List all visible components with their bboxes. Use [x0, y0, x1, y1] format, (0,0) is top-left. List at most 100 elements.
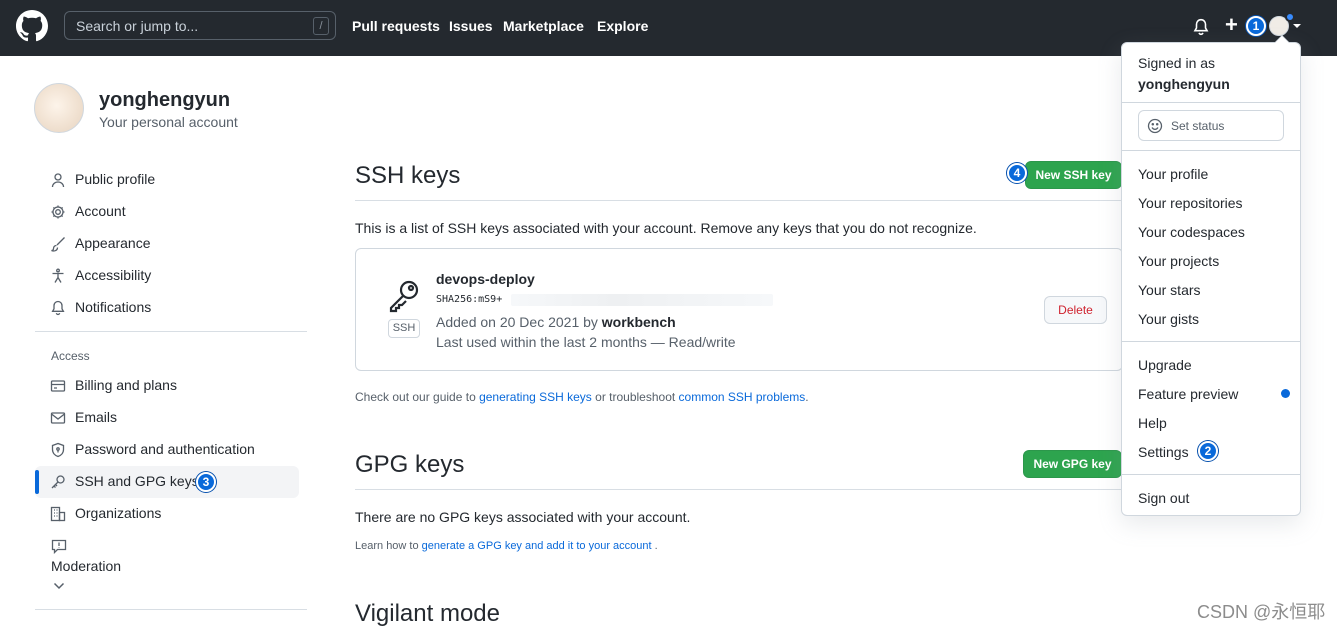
- menu-feature-preview[interactable]: Feature preview: [1138, 386, 1238, 402]
- callout-badge-4: 4: [1007, 163, 1027, 183]
- mail-icon: [50, 412, 66, 424]
- callout-badge-1: 1: [1246, 16, 1266, 36]
- menu-your-stars[interactable]: Your stars: [1138, 282, 1201, 298]
- sidebar-divider: [35, 609, 307, 610]
- menu-help[interactable]: Help: [1138, 415, 1167, 431]
- nav-explore[interactable]: Explore: [597, 18, 648, 34]
- sidebar-item-label: Organizations: [75, 505, 162, 521]
- menu-divider: [1122, 150, 1300, 151]
- learn-prefix: Learn how to: [355, 540, 422, 552]
- set-status-label: Set status: [1171, 119, 1225, 133]
- sidebar-item-label: Account: [75, 203, 126, 219]
- watermark-text: CSDN @永恒耶: [1197, 602, 1326, 622]
- menu-your-profile[interactable]: Your profile: [1138, 166, 1208, 182]
- sidebar-heading-access: Access: [51, 349, 90, 363]
- callout-badge-2: 2: [1198, 441, 1218, 461]
- sidebar-item-label: Password and authentication: [75, 441, 255, 457]
- guide-suffix: .: [805, 390, 809, 404]
- notifications-bell-icon[interactable]: [1192, 17, 1210, 37]
- menu-divider: [1122, 341, 1300, 342]
- create-new-plus-button[interactable]: +: [1225, 13, 1238, 37]
- ssh-key-fingerprint: SHA256:mS9+: [436, 294, 503, 305]
- accessibility-icon: [52, 268, 64, 283]
- sidebar-item-label: Emails: [75, 409, 118, 425]
- delete-ssh-key-button[interactable]: Delete: [1044, 296, 1107, 324]
- report-icon: [51, 539, 67, 554]
- learn-suffix: .: [651, 540, 658, 552]
- sidebar-item-notifications[interactable]: Notifications: [35, 292, 299, 324]
- ssh-guide-text: Check out our guide to generating SSH ke…: [355, 390, 809, 404]
- menu-upgrade[interactable]: Upgrade: [1138, 357, 1192, 373]
- guide-middle: or troubleshoot: [591, 390, 679, 404]
- chevron-down-icon[interactable]: [53, 582, 65, 590]
- sidebar-item-public-profile[interactable]: Public profile: [35, 164, 299, 196]
- ssh-keys-heading: SSH keys: [355, 162, 461, 189]
- bell-icon: [51, 300, 65, 316]
- section-divider: [355, 489, 1123, 490]
- user-dropdown-menu: Signed in as yonghengyun Set status Your…: [1121, 35, 1301, 516]
- sidebar-item-label: Appearance: [75, 235, 151, 251]
- person-icon: [51, 173, 65, 188]
- menu-your-codespaces[interactable]: Your codespaces: [1138, 224, 1245, 240]
- generate-gpg-key-link[interactable]: generate a GPG key and add it to your ac…: [422, 540, 652, 552]
- menu-your-gists[interactable]: Your gists: [1138, 311, 1199, 327]
- nav-pull-requests[interactable]: Pull requests: [352, 18, 440, 34]
- sidebar-item-account[interactable]: Account: [35, 196, 299, 228]
- sidebar-item-appearance[interactable]: Appearance: [35, 228, 299, 260]
- set-status-button[interactable]: Set status: [1138, 110, 1284, 141]
- signed-in-username: yonghengyun: [1138, 76, 1230, 92]
- sidebar-item-label: Billing and plans: [75, 377, 177, 393]
- search-placeholder: Search or jump to...: [76, 18, 199, 34]
- ssh-key-last-used: Last used within the last 2 months — Rea…: [436, 334, 736, 350]
- sidebar-section-moderation[interactable]: Moderation: [51, 558, 121, 574]
- ssh-type-label: SSH: [388, 319, 420, 338]
- guide-prefix: Check out our guide to: [355, 390, 480, 404]
- avatar-caret-icon[interactable]: [1293, 24, 1301, 28]
- sidebar-item-label: Public profile: [75, 171, 156, 187]
- avatar-status-dot: [1285, 12, 1295, 22]
- profile-avatar: [34, 83, 84, 133]
- search-input[interactable]: Search or jump to... /: [64, 11, 336, 40]
- sidebar-item-organizations[interactable]: Organizations: [35, 498, 299, 530]
- gpg-keys-heading: GPG keys: [355, 451, 465, 478]
- menu-your-repositories[interactable]: Your repositories: [1138, 195, 1243, 211]
- sidebar-item-emails[interactable]: Emails: [35, 402, 299, 434]
- new-ssh-key-button[interactable]: New SSH key: [1025, 161, 1122, 189]
- sidebar-item-billing[interactable]: Billing and plans: [35, 370, 299, 402]
- sidebar-item-label: Notifications: [75, 299, 152, 315]
- shield-lock-icon: [51, 442, 65, 458]
- menu-divider: [1122, 102, 1300, 103]
- signed-in-as-label: Signed in as: [1138, 55, 1216, 71]
- sidebar-item-password-auth[interactable]: Password and authentication: [35, 434, 299, 466]
- fingerprint-redaction: [511, 294, 773, 306]
- menu-sign-out[interactable]: Sign out: [1138, 490, 1189, 506]
- nav-marketplace[interactable]: Marketplace: [503, 18, 584, 34]
- sidebar-item-accessibility[interactable]: Accessibility: [35, 260, 299, 292]
- profile-subtitle: Your personal account: [99, 114, 238, 130]
- sidebar-item-label: Accessibility: [75, 267, 152, 283]
- key-icon: [51, 475, 65, 489]
- sidebar-item-ssh-gpg-keys[interactable]: SSH and GPG keys 3: [35, 466, 299, 498]
- smiley-icon: [1147, 118, 1163, 134]
- paintbrush-icon: [51, 237, 65, 252]
- profile-username[interactable]: yonghengyun: [99, 89, 230, 112]
- added-by-user: workbench: [601, 314, 676, 330]
- ssh-description: This is a list of SSH keys associated wi…: [355, 220, 977, 236]
- menu-settings[interactable]: Settings: [1138, 444, 1189, 460]
- ssh-key-added-info: Added on 20 Dec 2021 by workbench: [436, 314, 676, 330]
- menu-your-projects[interactable]: Your projects: [1138, 253, 1219, 269]
- github-logo-icon[interactable]: [16, 10, 48, 42]
- added-prefix: Added on 20 Dec 2021 by: [436, 314, 602, 330]
- ssh-key-card: SSH devops-deploy SHA256:mS9+ Added on 2…: [355, 248, 1123, 371]
- common-ssh-problems-link[interactable]: common SSH problems: [679, 390, 806, 404]
- credit-card-icon: [50, 380, 66, 392]
- nav-issues[interactable]: Issues: [449, 18, 493, 34]
- generating-ssh-keys-link[interactable]: generating SSH keys: [479, 390, 592, 404]
- menu-divider: [1122, 474, 1300, 475]
- gpg-empty-text: There are no GPG keys associated with yo…: [355, 509, 691, 525]
- new-gpg-key-button[interactable]: New GPG key: [1023, 450, 1122, 478]
- sidebar-divider: [35, 331, 307, 332]
- gpg-learn-text: Learn how to generate a GPG key and add …: [355, 540, 658, 552]
- ssh-key-title: devops-deploy: [436, 271, 535, 287]
- organization-icon: [50, 506, 66, 522]
